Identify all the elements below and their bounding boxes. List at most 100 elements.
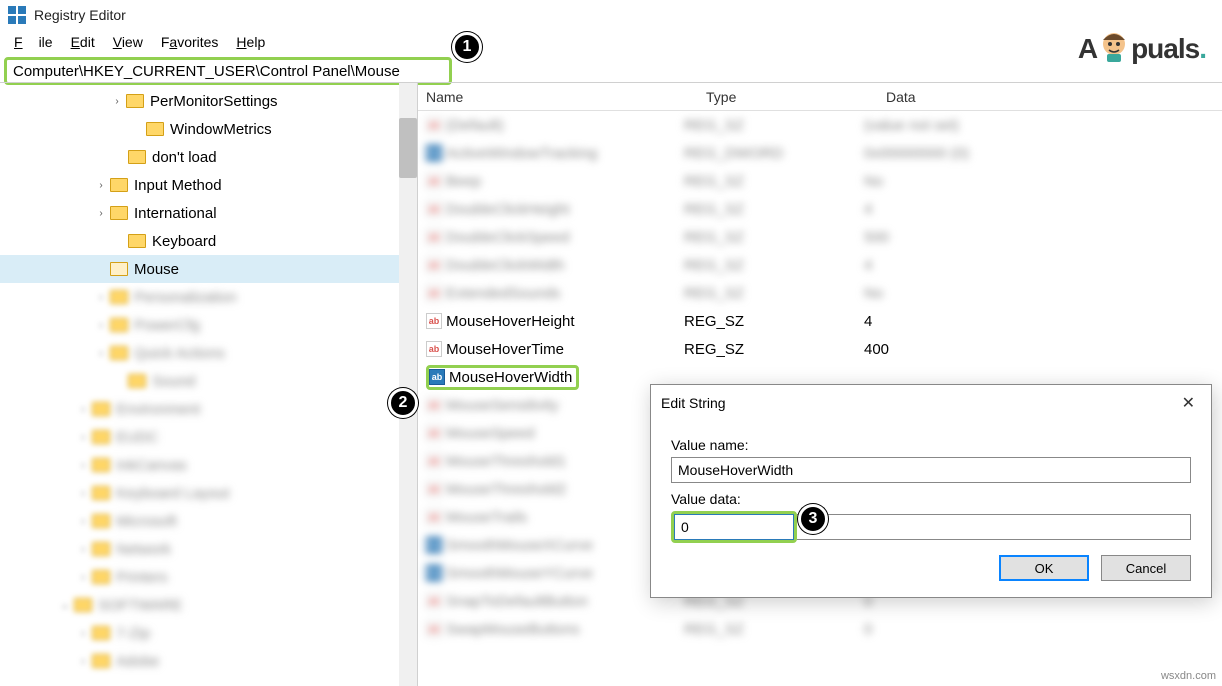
folder-icon bbox=[146, 122, 164, 136]
tree-pane: › PerMonitorSettings WindowMetrics don't lo… bbox=[0, 83, 418, 686]
column-type[interactable]: Type bbox=[698, 85, 878, 109]
tree-item[interactable]: don't load bbox=[0, 143, 417, 171]
value-name: MouseThreshold1 bbox=[446, 453, 566, 470]
tree-item-label: Input Method bbox=[134, 177, 222, 194]
tree-item[interactable]: ›Environment bbox=[0, 395, 417, 423]
expander-icon[interactable]: › bbox=[94, 208, 108, 219]
tree-item-label: Adobe bbox=[116, 653, 159, 670]
reg-value-icon: ab bbox=[426, 313, 442, 329]
expander-icon[interactable]: › bbox=[76, 404, 90, 415]
tree-item[interactable]: ›International bbox=[0, 199, 417, 227]
tree-item-label: Printers bbox=[116, 569, 168, 586]
expander-icon[interactable]: › bbox=[94, 180, 108, 191]
close-icon[interactable]: ✕ bbox=[1176, 391, 1201, 415]
value-data: 4 bbox=[856, 311, 1222, 332]
reg-string-icon: ab bbox=[429, 369, 445, 385]
value-name: MouseSpeed bbox=[446, 425, 534, 442]
folder-icon bbox=[92, 486, 110, 500]
tree-item[interactable]: Sound bbox=[0, 367, 417, 395]
reg-value-icon: ab bbox=[426, 285, 442, 301]
list-row[interactable]: ab BeepREG_SZNo bbox=[418, 167, 1222, 195]
value-name: Beep bbox=[446, 173, 481, 190]
expander-icon[interactable]: ⌄ bbox=[58, 600, 72, 611]
list-row[interactable]: ab DoubleClickSpeedREG_SZ500 bbox=[418, 223, 1222, 251]
folder-icon bbox=[92, 430, 110, 444]
list-row[interactable]: ab DoubleClickWidthREG_SZ4 bbox=[418, 251, 1222, 279]
tree-item[interactable]: › 7-Zip bbox=[0, 619, 417, 647]
value-name: SmoothMouseYCurve bbox=[446, 565, 593, 582]
tree-item[interactable]: › PerMonitorSettings bbox=[0, 87, 417, 115]
menu-file[interactable]: File bbox=[6, 32, 61, 52]
step-badge-2: 2 bbox=[388, 388, 418, 418]
expander-icon[interactable]: › bbox=[94, 348, 108, 359]
list-row[interactable]: 011 ActiveWindowTrackingREG_DWORD0x00000… bbox=[418, 139, 1222, 167]
value-name: ExtendedSounds bbox=[446, 285, 560, 302]
tree-item[interactable]: › Printers bbox=[0, 563, 417, 591]
value-type: REG_DWORD bbox=[676, 143, 856, 164]
list-row[interactable]: ab SwapMouseButtonsREG_SZ0 bbox=[418, 615, 1222, 643]
expander-icon[interactable]: › bbox=[76, 488, 90, 499]
list-row[interactable]: ab ExtendedSoundsREG_SZNo bbox=[418, 279, 1222, 307]
folder-icon bbox=[92, 542, 110, 556]
expander-icon[interactable]: › bbox=[76, 432, 90, 443]
expander-icon[interactable]: › bbox=[110, 96, 124, 107]
column-name[interactable]: Name bbox=[418, 85, 698, 109]
tree-item[interactable]: ›InkCanvas bbox=[0, 451, 417, 479]
value-data-input-rest[interactable] bbox=[797, 514, 1191, 540]
menu-favorites[interactable]: Favorites bbox=[153, 32, 227, 52]
expander-icon[interactable]: › bbox=[94, 292, 108, 303]
tree-item-label: 7-Zip bbox=[116, 625, 150, 642]
tree-item[interactable]: ›Personalization bbox=[0, 283, 417, 311]
tree-item[interactable]: ›PowerCfg bbox=[0, 311, 417, 339]
folder-icon bbox=[110, 206, 128, 220]
expander-icon[interactable]: › bbox=[76, 656, 90, 667]
reg-value-icon: ab bbox=[426, 453, 442, 469]
address-bar[interactable]: Computer\HKEY_CURRENT_USER\Control Panel… bbox=[4, 57, 452, 85]
tree-item[interactable]: ›EUDC bbox=[0, 423, 417, 451]
value-data: 0 bbox=[856, 619, 1222, 640]
expander-icon[interactable]: › bbox=[76, 544, 90, 555]
menu-help[interactable]: Help bbox=[228, 32, 273, 52]
tree-item[interactable]: ›Network bbox=[0, 535, 417, 563]
list-row[interactable]: ab DoubleClickHeightREG_SZ4 bbox=[418, 195, 1222, 223]
cancel-button[interactable]: Cancel bbox=[1101, 555, 1191, 581]
tree-item-label: WindowMetrics bbox=[170, 121, 272, 138]
tree-item[interactable]: ⌄SOFTWARE bbox=[0, 591, 417, 619]
expander-icon[interactable]: › bbox=[94, 320, 108, 331]
tree-item[interactable]: WindowMetrics bbox=[0, 115, 417, 143]
reg-value-icon: ab bbox=[426, 509, 442, 525]
ok-button[interactable]: OK bbox=[999, 555, 1089, 581]
tree-item[interactable]: ›Microsoft bbox=[0, 507, 417, 535]
value-name: SwapMouseButtons bbox=[446, 621, 579, 638]
value-name: DoubleClickWidth bbox=[446, 257, 564, 274]
tree-item[interactable]: Keyboard bbox=[0, 227, 417, 255]
tree-item[interactable]: ›Quick Actions bbox=[0, 339, 417, 367]
tree-item[interactable]: Mouse bbox=[0, 255, 417, 283]
value-name: DoubleClickHeight bbox=[446, 201, 569, 218]
tree-scrollbar[interactable] bbox=[399, 83, 417, 686]
tree-item[interactable]: › Adobe bbox=[0, 647, 417, 675]
list-row[interactable]: ab (Default)REG_SZ(value not set) bbox=[418, 111, 1222, 139]
folder-icon bbox=[128, 374, 146, 388]
value-name-input[interactable] bbox=[671, 457, 1191, 483]
value-data-input[interactable] bbox=[674, 514, 794, 540]
tree-item-label: PerMonitorSettings bbox=[150, 93, 278, 110]
value-name: MouseHoverTime bbox=[446, 341, 564, 358]
value-name: SmoothMouseXCurve bbox=[446, 537, 593, 554]
expander-icon[interactable]: › bbox=[76, 628, 90, 639]
list-row[interactable]: ab MouseHoverHeightREG_SZ4 bbox=[418, 307, 1222, 335]
menu-edit[interactable]: Edit bbox=[63, 32, 103, 52]
expander-icon[interactable]: › bbox=[76, 460, 90, 471]
value-name: MouseTrails bbox=[446, 509, 527, 526]
tree-item[interactable]: ›Keyboard Layout bbox=[0, 479, 417, 507]
tree-item[interactable]: › Input Method bbox=[0, 171, 417, 199]
value-data: No bbox=[856, 171, 1222, 192]
value-name: ActiveWindowTracking bbox=[446, 145, 597, 162]
column-data[interactable]: Data bbox=[878, 85, 1222, 109]
list-row[interactable]: ab MouseHoverTimeREG_SZ400 bbox=[418, 335, 1222, 363]
expander-icon[interactable]: › bbox=[76, 516, 90, 527]
expander-icon[interactable]: › bbox=[76, 572, 90, 583]
folder-icon bbox=[92, 654, 110, 668]
menu-view[interactable]: View bbox=[105, 32, 151, 52]
folder-icon bbox=[92, 458, 110, 472]
